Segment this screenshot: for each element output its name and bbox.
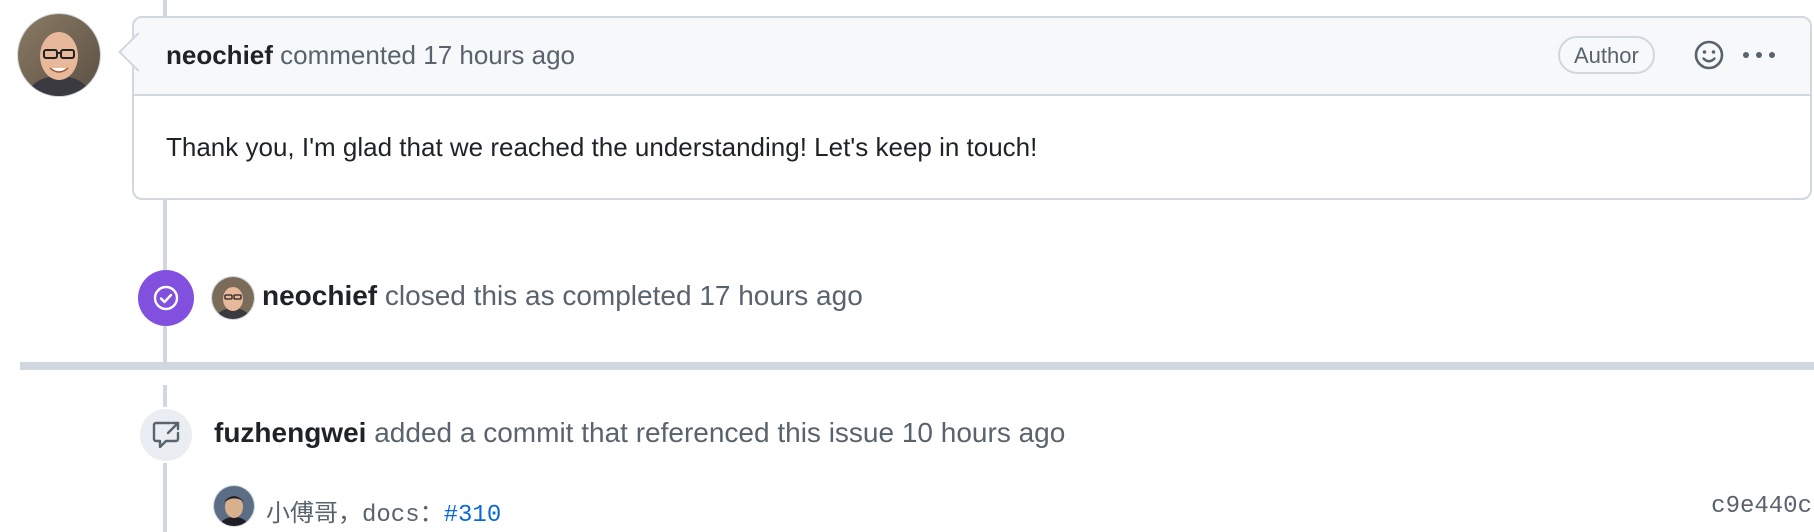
timeline-line (163, 0, 167, 17)
timeline-badge-closed (138, 270, 194, 326)
committer-avatar[interactable] (214, 486, 254, 526)
check-circle-icon (153, 285, 179, 311)
kebab-horizontal-icon[interactable] (1740, 40, 1778, 70)
actor-avatar[interactable] (212, 277, 254, 319)
event-timestamp[interactable]: 17 hours ago (699, 280, 862, 311)
author-badge: Author (1558, 36, 1655, 74)
event-actor-link[interactable]: fuzhengwei (214, 417, 366, 448)
commit-message: 小傅哥，docs：#310 (266, 493, 501, 529)
commit-event-text: fuzhengwei added a commit that reference… (214, 417, 1065, 449)
commit-message-text[interactable]: 小傅哥，docs： (266, 502, 444, 529)
comment-meta: neochief commented 17 hours ago (166, 40, 575, 71)
issue-reference-link[interactable]: #310 (444, 502, 502, 529)
cross-reference-icon (152, 421, 180, 449)
avatar-image (18, 14, 100, 96)
comment-card: neochief commented 17 hours ago Author T… (132, 16, 1812, 200)
event-timestamp[interactable]: 10 hours ago (902, 417, 1065, 448)
comment-body: Thank you, I'm glad that we reached the … (166, 132, 1038, 162)
comment-header: neochief commented 17 hours ago Author (134, 18, 1810, 96)
smiley-icon[interactable] (1692, 36, 1726, 74)
timeline-badge-reference (138, 407, 194, 463)
closed-event-text: neochief closed this as completed 17 hou… (262, 280, 863, 312)
comment-action: commented (280, 40, 416, 70)
timeline-divider (20, 362, 1814, 370)
comment-author-link[interactable]: neochief (166, 40, 273, 70)
event-actor-link[interactable]: neochief (262, 280, 377, 311)
event-description: closed this as completed (384, 280, 692, 311)
comment-timestamp[interactable]: 17 hours ago (423, 40, 575, 70)
commit-sha-link[interactable]: c9e440c (1711, 493, 1812, 520)
comment-author-avatar[interactable] (18, 14, 100, 96)
event-description: added a commit that referenced this issu… (374, 417, 895, 448)
